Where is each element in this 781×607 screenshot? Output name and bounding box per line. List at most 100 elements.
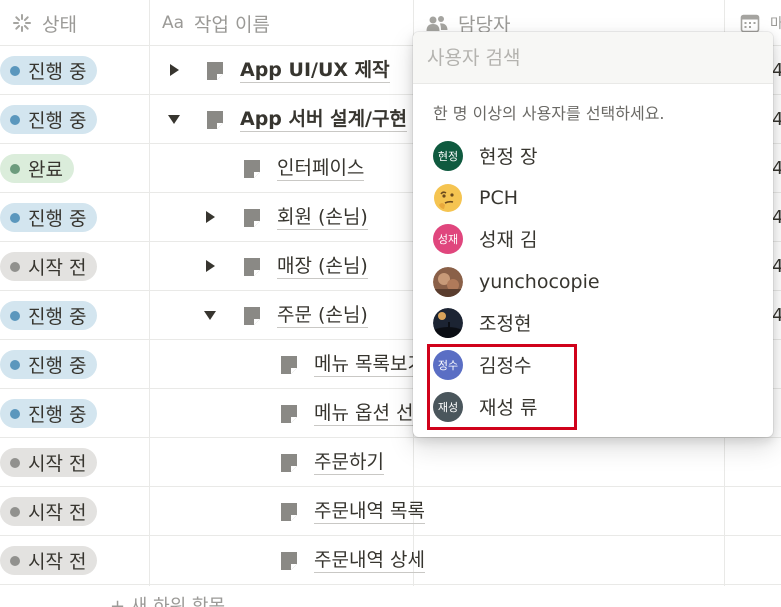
status-dot-icon bbox=[10, 555, 20, 566]
task-name[interactable]: 메뉴 목록보기 bbox=[314, 352, 425, 377]
task-cell[interactable]: 주문내역 목록 bbox=[280, 487, 425, 536]
user-search-input[interactable] bbox=[427, 46, 757, 69]
page-icon bbox=[243, 257, 261, 277]
task-name-column-header[interactable]: Aa 작업 이름 bbox=[162, 0, 270, 46]
status-dot-icon bbox=[10, 65, 20, 76]
task-name[interactable]: App UI/UX 제작 bbox=[240, 58, 390, 83]
status-dot-icon bbox=[10, 212, 20, 223]
highlight-annotation-box bbox=[427, 344, 577, 430]
status-dot-icon bbox=[10, 408, 20, 419]
photo-avatar-icon bbox=[433, 266, 463, 297]
status-label: 진행 중 bbox=[28, 110, 87, 132]
status-badge[interactable]: 진행 중 bbox=[0, 203, 98, 232]
task-name[interactable]: 회원 (손님) bbox=[277, 205, 368, 230]
status-badge[interactable]: 진행 중 bbox=[0, 105, 98, 134]
date-cell[interactable]: 4 bbox=[772, 291, 781, 340]
toggle-collapsed-icon[interactable] bbox=[202, 258, 218, 274]
status-badge[interactable]: 시작 전 bbox=[0, 546, 98, 575]
user-option[interactable]: 성재 성재 김 bbox=[413, 218, 773, 259]
status-dot-icon bbox=[10, 506, 20, 517]
task-name[interactable]: 매장 (손님) bbox=[277, 254, 368, 279]
status-spinner-icon bbox=[12, 13, 32, 33]
task-cell[interactable]: 인터페이스 bbox=[243, 144, 365, 193]
table-row[interactable]: 시작 전 주문내역 상세 bbox=[0, 536, 781, 585]
task-cell[interactable]: 메뉴 목록보기 bbox=[280, 340, 425, 389]
status-label: 진행 중 bbox=[28, 355, 87, 377]
status-dot-icon bbox=[10, 114, 20, 125]
toggle-expanded-icon[interactable] bbox=[166, 111, 182, 127]
text-type-icon: Aa bbox=[162, 13, 185, 33]
page-icon bbox=[206, 61, 224, 81]
task-cell[interactable]: 주문하기 bbox=[280, 438, 384, 487]
task-name[interactable]: App 서버 설계/구현 bbox=[240, 107, 407, 132]
avatar: 현정 bbox=[433, 140, 463, 171]
task-cell[interactable]: 회원 (손님) bbox=[243, 193, 368, 242]
user-search-bar bbox=[413, 32, 773, 84]
user-name: 현정 장 bbox=[479, 146, 538, 168]
status-dot-icon bbox=[10, 261, 20, 272]
user-option[interactable]: PCH bbox=[413, 177, 773, 218]
status-label: 진행 중 bbox=[28, 61, 87, 83]
add-subitem-button[interactable]: + 새 하위 항목 bbox=[110, 592, 225, 607]
task-name[interactable]: 인터페이스 bbox=[277, 156, 365, 181]
calendar-icon bbox=[740, 13, 760, 33]
table-row[interactable]: 시작 전 주문내역 목록 bbox=[0, 487, 781, 536]
status-column-header[interactable]: 상태 bbox=[12, 0, 77, 46]
page-icon bbox=[280, 453, 298, 473]
task-cell[interactable]: 메뉴 옵션 선택 bbox=[280, 389, 431, 438]
toggle-expanded-icon[interactable] bbox=[202, 307, 218, 323]
photo-avatar-icon bbox=[433, 307, 463, 338]
task-cell[interactable]: App 서버 설계/구현 bbox=[206, 95, 407, 144]
status-badge[interactable]: 완료 bbox=[0, 154, 74, 183]
task-cell[interactable]: 주문 (손님) bbox=[243, 291, 368, 340]
user-name: yunchocopie bbox=[479, 270, 600, 293]
people-icon bbox=[426, 14, 448, 32]
task-cell[interactable]: 주문내역 상세 bbox=[280, 536, 425, 585]
date-cell[interactable]: 4 bbox=[772, 144, 781, 193]
date-cell[interactable]: 4 bbox=[772, 95, 781, 144]
user-option[interactable]: 현정 현정 장 bbox=[413, 135, 773, 176]
status-dot-icon bbox=[10, 359, 20, 370]
status-dot-icon bbox=[10, 457, 20, 468]
date-cell[interactable]: 4 bbox=[772, 242, 781, 291]
thinking-face-avatar-icon bbox=[433, 183, 463, 213]
task-name[interactable]: 주문 (손님) bbox=[277, 303, 368, 328]
status-label: 완료 bbox=[28, 159, 63, 181]
page-icon bbox=[243, 306, 261, 326]
status-label: 진행 중 bbox=[28, 306, 87, 328]
status-label: 진행 중 bbox=[28, 208, 87, 230]
table-row[interactable]: 시작 전 주문하기 bbox=[0, 438, 781, 487]
status-badge[interactable]: 시작 전 bbox=[0, 448, 98, 477]
task-cell[interactable]: App UI/UX 제작 bbox=[206, 46, 390, 95]
user-option[interactable]: 조정현 bbox=[413, 302, 773, 343]
date-header-label: 마 bbox=[770, 16, 781, 32]
status-badge[interactable]: 진행 중 bbox=[0, 350, 98, 379]
date-cell[interactable]: 4 bbox=[772, 193, 781, 242]
status-badge[interactable]: 진행 중 bbox=[0, 56, 98, 85]
page-icon bbox=[280, 551, 298, 571]
toggle-collapsed-icon[interactable] bbox=[166, 62, 182, 78]
status-header-label: 상태 bbox=[42, 13, 77, 36]
page-icon bbox=[280, 502, 298, 522]
status-badge[interactable]: 시작 전 bbox=[0, 252, 98, 281]
status-dot-icon bbox=[10, 310, 20, 321]
status-dot-icon bbox=[10, 163, 20, 174]
page-icon bbox=[206, 110, 224, 130]
status-badge[interactable]: 진행 중 bbox=[0, 399, 98, 428]
status-label: 시작 전 bbox=[28, 502, 87, 524]
toggle-collapsed-icon[interactable] bbox=[202, 209, 218, 225]
status-label: 시작 전 bbox=[28, 257, 87, 279]
user-option[interactable]: yunchocopie bbox=[413, 261, 773, 302]
user-name: 성재 김 bbox=[479, 229, 538, 251]
task-name[interactable]: 주문내역 상세 bbox=[314, 548, 425, 573]
page-icon bbox=[280, 404, 298, 424]
date-cell[interactable]: 4 bbox=[772, 46, 781, 95]
status-label: 시작 전 bbox=[28, 551, 87, 573]
task-cell[interactable]: 매장 (손님) bbox=[243, 242, 368, 291]
picker-hint-text: 한 명 이상의 사용자를 선택하세요. bbox=[433, 104, 665, 123]
task-name[interactable]: 주문하기 bbox=[314, 450, 384, 475]
task-name[interactable]: 주문내역 목록 bbox=[314, 499, 425, 524]
status-label: 진행 중 bbox=[28, 404, 87, 426]
status-badge[interactable]: 진행 중 bbox=[0, 301, 98, 330]
status-badge[interactable]: 시작 전 bbox=[0, 497, 98, 526]
